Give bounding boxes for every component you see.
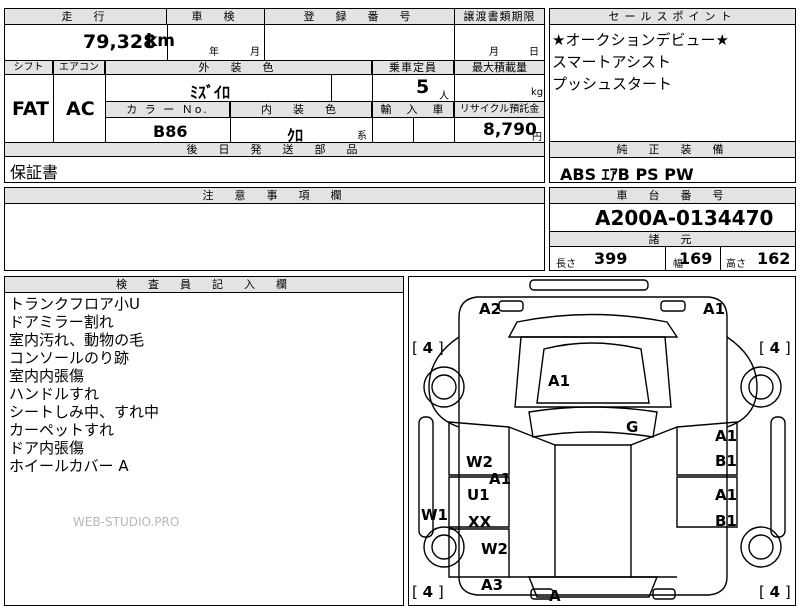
- aircon-header: エアコン: [54, 61, 105, 75]
- exterior-color-value: ﾐｽﾞｲﾛ: [190, 83, 231, 102]
- recycle-value: 8,790: [483, 120, 537, 140]
- damage-mark-w2-left-rear: W2: [481, 540, 508, 558]
- damage-mark-a1-roof: A1: [548, 372, 571, 390]
- color-no-header: カ ラ ー Ｎo.: [106, 102, 230, 118]
- inspection-header: 車 検: [167, 9, 265, 25]
- inspector-box: 検 査 員 記 入 欄 トランクフロア小U ドアミラー割れ 室内汚れ、動物の毛 …: [4, 276, 404, 606]
- exterior-color-header: 外 装 色: [106, 61, 372, 75]
- inspection-month: 月: [250, 47, 260, 58]
- sales-points-box: セールスポイント ★オークションデビュー★ スマートアシスト プッシュスタート: [549, 8, 796, 142]
- sales-point-2: スマートアシスト: [552, 53, 671, 71]
- damage-mark-a1-right-front: A1: [715, 427, 738, 445]
- mileage-header: 走 行: [5, 9, 167, 25]
- chassis-number: A200A-0134470: [595, 206, 774, 230]
- inspector-note: ドア内張傷: [9, 439, 85, 457]
- car-diagram-box: [ 4 ] [ 4 ] [ 4 ] [ 4 ] A2 A1 A1 G A1 B1…: [408, 276, 796, 606]
- interior-color-suffix: 系: [357, 131, 367, 142]
- inspector-note: トランクフロア小U: [9, 295, 140, 313]
- damage-mark-g-windshield: G: [626, 418, 639, 436]
- aircon-value: AC: [66, 98, 95, 120]
- height-label: 高さ: [726, 259, 746, 270]
- max-load-header: 最大積載量: [455, 61, 544, 75]
- damage-mark-a1-right-rear: A1: [715, 486, 738, 504]
- length-value: 399: [594, 249, 628, 268]
- specs-header: 諸 元: [550, 231, 795, 247]
- later-parts-header: 後 日 発 送 部 品: [5, 143, 544, 157]
- damage-mark-a3-bottom: A3: [481, 576, 504, 594]
- standard-equipment-value: ABS ｴｱB PS PW: [560, 165, 694, 184]
- sales-points-header: セールスポイント: [550, 9, 795, 25]
- damage-mark-a-bottom: A: [549, 587, 561, 605]
- tire-depth-value: 4: [422, 583, 434, 601]
- inspector-note: 室内汚れ、動物の毛: [9, 331, 145, 349]
- transfer-month: 月: [489, 47, 499, 58]
- import-header: 輸 入 車: [373, 102, 454, 118]
- damage-mark-b1-right-rear: B1: [715, 512, 737, 530]
- sales-point-1: ★オークションデビュー★: [552, 31, 729, 49]
- recycle-header: リサイクル預託金: [455, 102, 544, 118]
- inspector-note: ドアミラー割れ: [9, 313, 114, 331]
- damage-mark-xx-left-rear: XX: [468, 513, 492, 531]
- inspector-note: ホイールカバー A: [9, 457, 129, 475]
- vehicle-info-table: 走 行 車 検 登 録 番 号 譲渡書類期限 79,328 km 年 月 月 日…: [4, 8, 545, 157]
- later-parts-value: 保証書: [10, 163, 59, 182]
- seats-unit: 人: [439, 91, 449, 102]
- inspector-note: コンソールのり跡: [9, 349, 130, 367]
- standard-equipment-header: 純 正 装 備: [550, 142, 795, 158]
- damage-mark-u1-left-rear: U1: [467, 486, 490, 504]
- recycle-unit: 円: [532, 132, 542, 143]
- inspector-note: ハンドルすれ: [9, 385, 100, 403]
- width-value: 169: [679, 249, 713, 268]
- tire-depth-value: 4: [769, 583, 781, 601]
- damage-mark-b1-right-front: B1: [715, 452, 737, 470]
- transfer-deadline-header: 譲渡書類期限: [455, 9, 544, 25]
- seats-value: 5: [416, 76, 430, 98]
- inspector-note: カーペットすれ: [9, 421, 115, 439]
- transfer-day: 日: [529, 47, 539, 58]
- inspector-notes-list: トランクフロア小U ドアミラー割れ 室内汚れ、動物の毛 コンソールのり跡 室内内…: [9, 295, 159, 475]
- damage-mark-a2-top-left: A2: [479, 300, 502, 318]
- damage-mark-w2-left-front: W2: [466, 453, 493, 471]
- damage-mark-a1-top-right: A1: [703, 300, 726, 318]
- inspection-year: 年: [209, 47, 219, 58]
- watermark: WEB-STUDIO.PRO: [73, 515, 180, 529]
- damage-mark-a1-pillar: A1: [489, 470, 512, 488]
- color-no-value: B86: [153, 122, 188, 141]
- tire-depth-value: 4: [769, 339, 781, 357]
- max-load-unit: kg: [531, 87, 544, 98]
- sales-point-3: プッシュスタート: [552, 75, 673, 93]
- chassis-header: 車 台 番 号: [550, 188, 795, 204]
- shift-header: シフト: [5, 61, 53, 75]
- tire-depth-front-right: [ 4 ]: [759, 339, 791, 357]
- later-parts-box: 保証書: [4, 156, 545, 183]
- shift-value: FAT: [12, 98, 49, 120]
- seats-header: 乗車定員: [373, 61, 454, 75]
- tire-depth-rear-right: [ 4 ]: [759, 583, 791, 601]
- inspector-note: シートしみ中、すれ中: [9, 403, 160, 421]
- notes-box: 注 意 事 項 欄: [4, 187, 545, 271]
- inspector-note: 室内内張傷: [9, 367, 85, 385]
- registration-header: 登 録 番 号: [265, 9, 455, 25]
- interior-color-header: 内 装 色: [231, 102, 372, 118]
- notes-header: 注 意 事 項 欄: [5, 188, 544, 204]
- inspector-header: 検 査 員 記 入 欄: [5, 277, 403, 293]
- tire-depth-front-left: [ 4 ]: [412, 339, 444, 357]
- standard-equipment-box: 純 正 装 備 ABS ｴｱB PS PW: [549, 141, 796, 184]
- length-label: 長さ: [556, 259, 576, 270]
- car-outline-diagram: [418, 279, 786, 600]
- damage-mark-w1-left-side: W1: [421, 506, 448, 524]
- chassis-box: 車 台 番 号 A200A-0134470 諸 元 長さ 399 幅 169 高…: [549, 187, 796, 271]
- tire-depth-rear-left: [ 4 ]: [412, 583, 444, 601]
- tire-depth-value: 4: [422, 339, 434, 357]
- height-value: 162: [757, 249, 791, 268]
- mileage-unit: km: [146, 31, 176, 51]
